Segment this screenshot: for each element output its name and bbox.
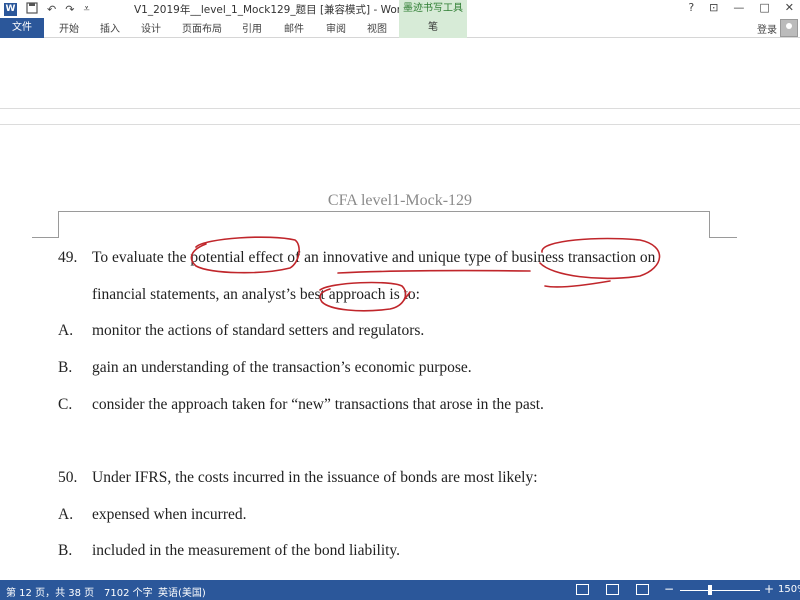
option-text: gain an understanding of the transaction… xyxy=(92,359,472,376)
option-letter: C. xyxy=(58,396,73,413)
avatar[interactable] xyxy=(780,19,798,37)
option-letter: A. xyxy=(58,322,74,339)
window-controls: ? ⊡ — □ ✕ xyxy=(688,1,794,14)
tab-view[interactable]: 视图 xyxy=(367,20,387,35)
language-indicator[interactable]: 英语(美国) xyxy=(158,584,206,599)
undo-icon[interactable]: ↶ xyxy=(47,3,56,16)
option-text: consider the approach taken for “new” tr… xyxy=(92,396,544,413)
word-logo-icon[interactable]: W xyxy=(4,2,17,16)
zoom-in-button[interactable]: + xyxy=(764,582,774,596)
margin-mark xyxy=(58,211,59,238)
word-count[interactable]: 7102 个字 xyxy=(104,584,153,599)
tab-pens[interactable]: 笔 xyxy=(399,18,467,38)
status-bar: 第 12 页，共 38 页 7102 个字 英语(美国) − + 150% xyxy=(0,580,800,600)
question-text-line: Under IFRS, the costs incurred in the is… xyxy=(92,469,538,486)
page-break-line xyxy=(0,108,800,109)
quick-access-toolbar: W ↶ ↷ ⩡ xyxy=(4,1,90,17)
ink-tools-group-label: 墨迹书写工具 xyxy=(399,0,467,18)
tab-insert[interactable]: 插入 xyxy=(100,20,120,35)
option-letter: B. xyxy=(58,542,73,559)
option-text: monitor the actions of standard setters … xyxy=(92,322,425,339)
question-number: 49. xyxy=(58,249,78,266)
question-text-line: financial statements, an analyst’s best … xyxy=(92,286,420,303)
ribbon-tabs: 文件 开始 插入 设计 页面布局 引用 邮件 审阅 视图 笔 登录 xyxy=(0,18,800,38)
web-layout-icon[interactable] xyxy=(636,584,649,595)
save-icon[interactable] xyxy=(26,1,38,17)
margin-mark xyxy=(32,237,59,238)
option-letter: A. xyxy=(58,506,74,523)
option-text: included in the measurement of the bond … xyxy=(92,542,401,559)
tab-review[interactable]: 审阅 xyxy=(326,20,346,35)
tab-mailings[interactable]: 邮件 xyxy=(284,20,304,35)
zoom-slider-thumb[interactable] xyxy=(708,585,712,595)
tab-file[interactable]: 文件 xyxy=(0,18,44,38)
question-number: 50. xyxy=(58,469,78,486)
ribbon-display-icon[interactable]: ⊡ xyxy=(709,1,718,14)
option-text: expensed when incurred. xyxy=(92,506,247,523)
page-count[interactable]: 第 12 页，共 38 页 xyxy=(6,584,94,599)
header-rule xyxy=(58,211,710,212)
restore-icon[interactable]: □ xyxy=(759,1,769,14)
sign-in-link[interactable]: 登录 xyxy=(757,21,777,36)
zoom-out-button[interactable]: − xyxy=(664,582,674,596)
option-letter: B. xyxy=(58,359,73,376)
tab-design[interactable]: 设计 xyxy=(141,20,161,35)
title-bar: W ↶ ↷ ⩡ V1_2019年__level_1_Mock129_题目 [兼容… xyxy=(0,0,800,18)
tab-references[interactable]: 引用 xyxy=(242,20,262,35)
margin-mark xyxy=(709,211,710,238)
document-title: V1_2019年__level_1_Mock129_题目 [兼容模式] - Wo… xyxy=(134,4,408,16)
document-canvas[interactable] xyxy=(0,38,800,580)
zoom-slider[interactable] xyxy=(680,590,760,591)
customize-toolbar-icon[interactable]: ⩡ xyxy=(83,2,89,16)
margin-mark xyxy=(709,237,737,238)
zoom-level[interactable]: 150% xyxy=(778,584,800,595)
question-text-line: To evaluate the potential effect of an i… xyxy=(92,249,656,266)
help-icon[interactable]: ? xyxy=(688,1,694,14)
minimize-icon[interactable]: — xyxy=(733,1,744,14)
tab-home[interactable]: 开始 xyxy=(59,20,79,35)
page-header: CFA level1-Mock-129 xyxy=(327,192,473,209)
redo-icon[interactable]: ↷ xyxy=(65,3,74,16)
close-icon[interactable]: ✕ xyxy=(785,1,794,14)
tab-page-layout[interactable]: 页面布局 xyxy=(182,20,222,35)
page-break-line xyxy=(0,124,800,125)
read-mode-icon[interactable] xyxy=(576,584,589,595)
print-layout-icon[interactable] xyxy=(606,584,619,595)
